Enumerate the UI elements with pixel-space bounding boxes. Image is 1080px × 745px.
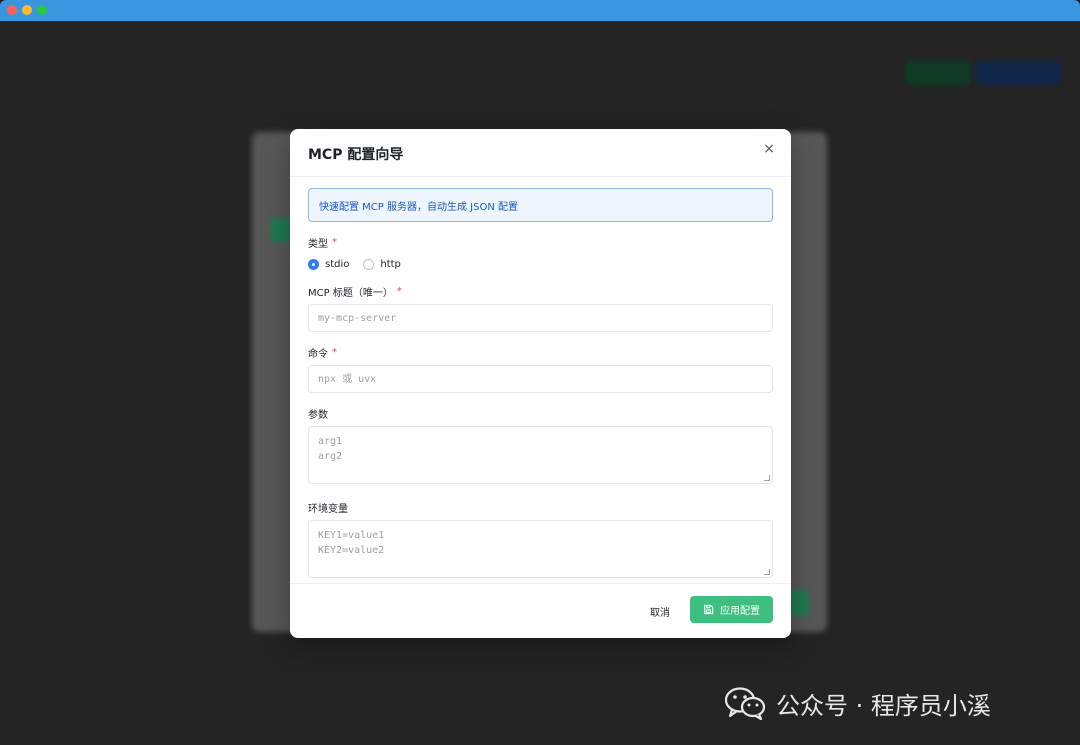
dialog-footer: 取消 应用配置 xyxy=(290,583,791,638)
required-mark: * xyxy=(332,237,337,248)
info-alert-text: 快速配置 MCP 服务器，自动生成 JSON 配置 xyxy=(319,201,519,213)
env-label: 环境变量 xyxy=(308,501,773,515)
mcp-title-label-text: MCP 标题（唯一） xyxy=(308,288,393,299)
info-alert: 快速配置 MCP 服务器，自动生成 JSON 配置 xyxy=(308,188,773,222)
watermark: 公众号 · 程序员小溪 xyxy=(724,683,991,723)
cancel-button[interactable]: 取消 xyxy=(642,598,678,624)
type-radio-group: stdio http xyxy=(308,257,773,271)
command-input[interactable] xyxy=(308,365,773,393)
type-label-text: 类型 xyxy=(308,239,328,250)
close-window-button[interactable] xyxy=(7,5,17,15)
background-button-blue xyxy=(975,61,1061,85)
save-icon xyxy=(704,604,714,615)
radio-stdio-circle[interactable] xyxy=(308,258,319,270)
window-titlebar xyxy=(0,0,1080,21)
radio-stdio-label: stdio xyxy=(325,258,350,270)
command-label: 命令 * xyxy=(308,346,773,360)
args-label-text: 参数 xyxy=(308,410,328,421)
minimize-window-button[interactable] xyxy=(22,5,32,15)
apply-config-button[interactable]: 应用配置 xyxy=(690,596,773,623)
env-placeholder-line: KEY2=value2 xyxy=(318,545,385,556)
watermark-text: 公众号 · 程序员小溪 xyxy=(776,691,991,720)
required-mark: * xyxy=(396,286,402,297)
radio-http-label: http xyxy=(380,258,401,270)
required-mark: * xyxy=(332,347,337,358)
background-button-green xyxy=(905,61,971,85)
command-label-text: 命令 xyxy=(308,349,328,360)
dialog-header: MCP 配置向导 × xyxy=(290,129,791,177)
args-label: 参数 xyxy=(308,407,773,421)
env-label-text: 环境变量 xyxy=(308,504,348,515)
zoom-window-button[interactable] xyxy=(37,5,47,15)
resize-handle[interactable] xyxy=(764,475,770,481)
radio-http-circle[interactable] xyxy=(363,258,375,270)
mcp-title-input[interactable] xyxy=(308,304,773,332)
env-placeholder-line: KEY1=value1 xyxy=(318,530,385,541)
wechat-icon xyxy=(724,687,766,720)
args-textarea[interactable]: arg1 arg2 xyxy=(308,426,773,484)
args-placeholder-line: arg2 xyxy=(318,451,343,462)
type-label: 类型 * xyxy=(308,236,773,250)
radio-http[interactable]: http xyxy=(363,258,401,270)
dialog-body: 快速配置 MCP 服务器，自动生成 JSON 配置 类型 * stdio htt… xyxy=(290,177,791,583)
close-button[interactable]: × xyxy=(759,139,779,159)
mcp-config-dialog: MCP 配置向导 × 快速配置 MCP 服务器，自动生成 JSON 配置 类型 … xyxy=(290,129,791,638)
mcp-title-label: MCP 标题（唯一） * xyxy=(308,285,773,299)
apply-config-label: 应用配置 xyxy=(720,606,760,617)
close-icon: × xyxy=(763,141,775,157)
radio-stdio[interactable]: stdio xyxy=(308,258,350,270)
dialog-title: MCP 配置向导 xyxy=(308,147,404,163)
args-placeholder-line: arg1 xyxy=(318,436,343,447)
env-textarea[interactable]: KEY1=value1 KEY2=value2 xyxy=(308,520,773,578)
resize-handle[interactable] xyxy=(764,569,770,575)
